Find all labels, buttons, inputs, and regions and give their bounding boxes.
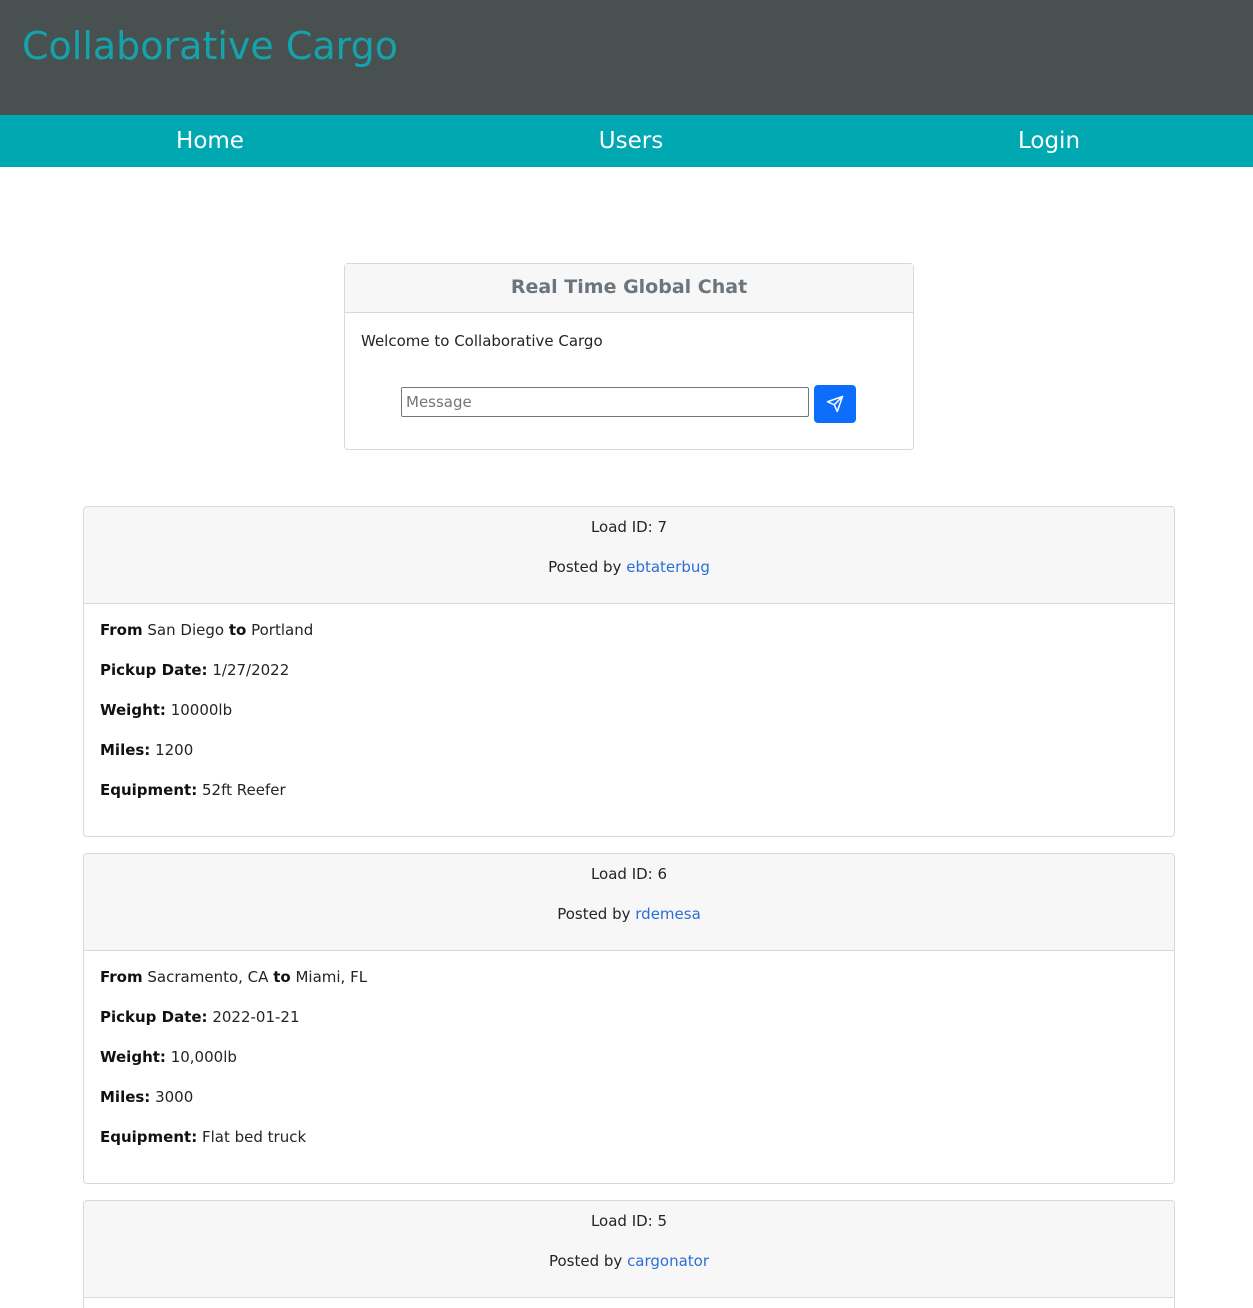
miles-label: Miles: xyxy=(100,1088,151,1106)
nav-users-link[interactable]: Users xyxy=(599,115,663,167)
load-card-header: Load ID: 7 Posted by ebtaterbug xyxy=(84,507,1174,604)
load-id-label: Load ID: xyxy=(590,1212,653,1230)
global-chat-card: Real Time Global Chat Welcome to Collabo… xyxy=(344,263,914,450)
load-id-label: Load ID: xyxy=(590,865,653,883)
load-card-header: Load ID: 6 Posted by rdemesa xyxy=(84,854,1174,951)
user-link[interactable]: rdemesa xyxy=(635,905,701,923)
from-label: From xyxy=(100,621,143,639)
to-label: to xyxy=(228,621,247,639)
load-card: Load ID: 6 Posted by rdemesa From Sacram… xyxy=(83,853,1175,1184)
posted-by-label: Posted by xyxy=(548,558,622,576)
load-card-header: Load ID: 5 Posted by cargonator xyxy=(84,1201,1174,1298)
weight-label: Weight: xyxy=(100,1048,166,1066)
main-nav: Home Users Login xyxy=(0,115,1253,167)
pickup-date-row: Pickup Date: 1/27/2022 xyxy=(100,658,1158,698)
load-id-line: Load ID: 6 xyxy=(84,864,1174,904)
route-row: From Sacramento, CA to Miami, FL xyxy=(100,965,1158,1005)
weight-row: Weight: 10000lb xyxy=(100,698,1158,738)
pickup-date-value: 2022-01-21 xyxy=(212,1008,300,1026)
send-icon xyxy=(826,395,844,413)
load-card: Load ID: 7 Posted by ebtaterbug From San… xyxy=(83,506,1175,837)
posted-by-line: Posted by cargonator xyxy=(84,1251,1174,1291)
load-id-line: Load ID: 7 xyxy=(84,517,1174,557)
to-value: Miami, FL xyxy=(295,968,368,986)
load-card: Load ID: 5 Posted by cargonator xyxy=(83,1200,1175,1308)
chat-title: Real Time Global Chat xyxy=(345,264,913,313)
load-id-line: Load ID: 5 xyxy=(84,1211,1174,1251)
miles-row: Miles: 3000 xyxy=(100,1085,1158,1125)
load-card-body: From Sacramento, CA to Miami, FL Pickup … xyxy=(84,951,1174,1165)
load-id-value: 5 xyxy=(657,1212,668,1230)
pickup-date-label: Pickup Date: xyxy=(100,661,208,679)
weight-label: Weight: xyxy=(100,701,166,719)
message-input[interactable] xyxy=(401,387,809,417)
chat-welcome-message: Welcome to Collaborative Cargo xyxy=(361,332,603,350)
miles-value: 3000 xyxy=(155,1088,194,1106)
weight-row: Weight: 10,000lb xyxy=(100,1045,1158,1085)
load-id-label: Load ID: xyxy=(590,518,653,536)
equipment-label: Equipment: xyxy=(100,781,198,799)
route-row: From San Diego to Portland xyxy=(100,618,1158,658)
from-label: From xyxy=(100,968,143,986)
posted-by-label: Posted by xyxy=(548,1252,623,1270)
equipment-label: Equipment: xyxy=(100,1128,198,1146)
posted-by-line: Posted by ebtaterbug xyxy=(84,557,1174,597)
weight-value: 10000lb xyxy=(170,701,233,719)
load-card-body: From San Diego to Portland Pickup Date: … xyxy=(84,604,1174,818)
pickup-date-label: Pickup Date: xyxy=(100,1008,208,1026)
load-id-value: 7 xyxy=(657,518,668,536)
nav-home-link[interactable]: Home xyxy=(176,115,244,167)
to-value: Portland xyxy=(251,621,314,639)
miles-row: Miles: 1200 xyxy=(100,738,1158,778)
from-value: San Diego xyxy=(147,621,225,639)
site-header: Collaborative Cargo xyxy=(0,0,1253,115)
site-title: Collaborative Cargo xyxy=(22,24,399,68)
user-link[interactable]: cargonator xyxy=(627,1252,709,1270)
load-id-value: 6 xyxy=(657,865,668,883)
posted-by-line: Posted by rdemesa xyxy=(84,904,1174,944)
to-label: to xyxy=(273,968,291,986)
equipment-value: Flat bed truck xyxy=(201,1128,307,1146)
nav-login-link[interactable]: Login xyxy=(1018,115,1080,167)
equipment-row: Equipment: 52ft Reefer xyxy=(100,778,1158,818)
pickup-date-value: 1/27/2022 xyxy=(212,661,290,679)
posted-by-label: Posted by xyxy=(557,905,631,923)
weight-value: 10,000lb xyxy=(170,1048,237,1066)
send-message-button[interactable] xyxy=(814,385,856,423)
miles-value: 1200 xyxy=(155,741,194,759)
miles-label: Miles: xyxy=(100,741,151,759)
user-link[interactable]: ebtaterbug xyxy=(626,558,710,576)
pickup-date-row: Pickup Date: 2022-01-21 xyxy=(100,1005,1158,1045)
from-value: Sacramento, CA xyxy=(147,968,269,986)
equipment-value: 52ft Reefer xyxy=(201,781,286,799)
equipment-row: Equipment: Flat bed truck xyxy=(100,1125,1158,1165)
